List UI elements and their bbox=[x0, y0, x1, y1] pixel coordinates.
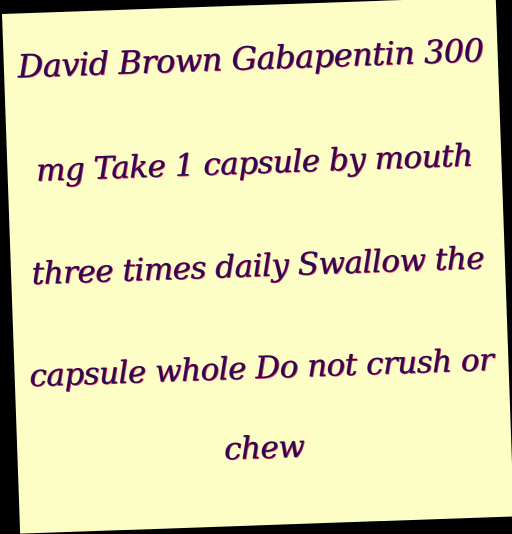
note-line-4: capsule whole Do not crush or bbox=[28, 342, 495, 395]
note-line-1: David Brown Gabapentin 300 bbox=[17, 31, 485, 86]
sticky-note: David Brown Gabapentin 300 mg Take 1 cap… bbox=[2, 0, 512, 534]
note-line-3: three times daily Swallow the bbox=[31, 240, 485, 293]
note-line-2: mg Take 1 capsule by mouth bbox=[35, 137, 474, 189]
note-line-5: chew bbox=[223, 428, 306, 468]
